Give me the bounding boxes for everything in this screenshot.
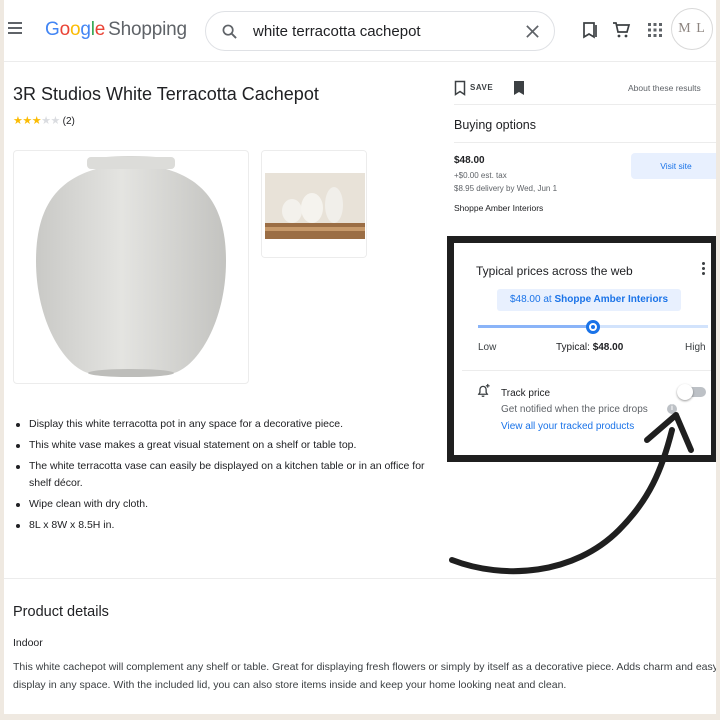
hamburger-menu-icon[interactable] xyxy=(8,22,22,34)
list-item: The white terracotta vase can easily be … xyxy=(13,458,433,492)
save-button[interactable]: SAVE xyxy=(454,80,493,96)
top-bar: Google Shopping white terracotta cachepot… xyxy=(4,0,716,62)
rating-count: (2) xyxy=(62,116,75,127)
apps-grid-icon[interactable] xyxy=(645,20,665,40)
shopping-cart-icon[interactable] xyxy=(611,20,631,40)
current-price-marker xyxy=(586,320,600,334)
bookmark-collections-icon[interactable] xyxy=(580,20,600,40)
product-details-title: Product details xyxy=(13,604,109,620)
offer-delivery: $8.95 delivery by Wed, Jun 1 xyxy=(454,184,558,193)
range-low-label: Low xyxy=(478,342,497,353)
divider xyxy=(462,370,711,371)
star-rating-icon: ★★★★★ xyxy=(13,115,60,127)
typical-prices-title: Typical prices across the web xyxy=(476,264,633,278)
product-details-text: This white cachepot will complement any … xyxy=(13,661,716,691)
offer-price: $48.00 xyxy=(454,155,485,166)
bookmark-icon xyxy=(454,80,466,96)
search-input[interactable]: white terracotta cachepot xyxy=(253,23,421,40)
shopping-page: Google Shopping white terracotta cachepot… xyxy=(4,0,716,714)
list-item: 8L x 8W x 8.5H in. xyxy=(13,517,433,534)
price-chip: $48.00 at Shoppe Amber Interiors xyxy=(497,289,681,311)
product-main-image[interactable] xyxy=(13,150,249,384)
offer-tax: +$0.00 est. tax xyxy=(454,171,507,180)
price-range-fill xyxy=(478,325,593,328)
cachepot-image xyxy=(36,156,226,377)
about-results-link[interactable]: About these results xyxy=(628,83,701,93)
google-shopping-logo[interactable]: Google Shopping xyxy=(45,19,187,41)
list-item: Wipe clean with dry cloth. xyxy=(13,496,433,513)
price-range-track xyxy=(478,320,708,334)
buying-options-title: Buying options xyxy=(454,118,537,132)
track-price-label: Track price xyxy=(501,388,551,399)
track-price-toggle[interactable] xyxy=(677,384,706,400)
collections-icon[interactable] xyxy=(512,80,526,96)
rating[interactable]: ★★★★★ (2) xyxy=(13,114,75,127)
chip-store: Shoppe Amber Interiors xyxy=(554,294,669,305)
product-details-subtitle: Indoor xyxy=(13,637,43,649)
visit-site-button[interactable]: Visit site xyxy=(631,153,716,179)
divider xyxy=(454,142,716,143)
offer-seller[interactable]: Shoppe Amber Interiors xyxy=(454,203,543,213)
bell-plus-icon xyxy=(477,383,490,397)
product-description-list: Display this white terracotta pot in any… xyxy=(13,416,433,538)
product-title: 3R Studios White Terracotta Cachepot xyxy=(13,84,319,104)
list-item: This white vase makes a great visual sta… xyxy=(13,437,433,454)
search-icon[interactable] xyxy=(222,24,237,39)
search-box[interactable]: white terracotta cachepot xyxy=(205,11,555,51)
avatar[interactable]: M L xyxy=(671,8,713,50)
annotation-arrow xyxy=(449,412,694,575)
product-thumbnail[interactable] xyxy=(261,150,367,258)
divider xyxy=(454,104,716,105)
list-item: Display this white terracotta pot in any… xyxy=(13,416,433,433)
range-high-label: High xyxy=(685,342,706,353)
range-typical-label: Typical: $48.00 xyxy=(556,342,624,353)
close-icon[interactable] xyxy=(525,24,540,39)
room-scene-image xyxy=(262,151,366,257)
more-options-icon[interactable] xyxy=(700,262,706,278)
